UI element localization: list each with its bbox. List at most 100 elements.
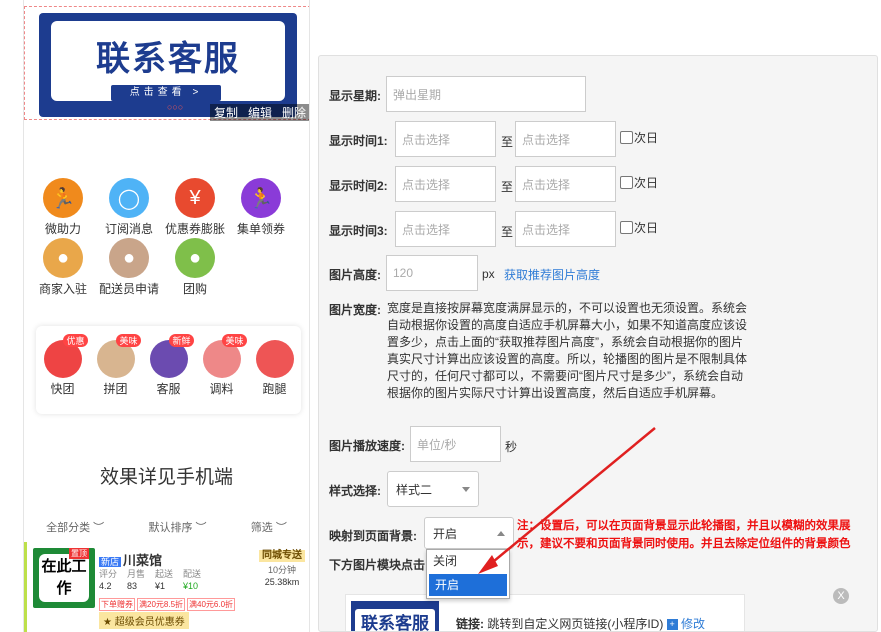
food-icon: ●	[43, 238, 83, 278]
coupon-tag: 满20元8.5折	[137, 598, 186, 611]
shop-coupons: 下单赠券 满20元8.5折 满40元6.0折	[99, 598, 236, 611]
category-badge: 美味	[222, 334, 247, 347]
category-item[interactable]: 新鲜 客服	[144, 334, 194, 414]
icon-item[interactable]: ● 团购	[162, 238, 228, 298]
speed-unit: 秒	[505, 440, 518, 454]
bg-select[interactable]: 开启	[424, 517, 514, 549]
height-label: 图片高度:	[329, 268, 381, 282]
time-to-label: 至	[501, 225, 514, 239]
coupon-tag: 下单赠券	[99, 598, 135, 611]
time-to-label: 至	[501, 180, 514, 194]
style-select[interactable]: 样式二	[387, 471, 479, 507]
copy-button[interactable]: 复制	[214, 104, 238, 121]
height-unit: px	[482, 267, 495, 281]
food-icon: ●	[175, 238, 215, 278]
category-item[interactable]: 跑腿	[250, 334, 300, 414]
icon-item[interactable]: 🏃 集单领券	[228, 178, 294, 238]
category-label: 跑腿	[262, 382, 287, 396]
bg-label: 映射到页面背景:	[329, 529, 417, 543]
icon-label: 集单领券	[236, 222, 285, 236]
edit-icon[interactable]: +	[666, 619, 678, 631]
bg-dropdown: 关闭 开启	[426, 549, 510, 599]
category-item[interactable]: 美味拼团	[91, 334, 141, 414]
category-badge: 美味	[116, 334, 141, 347]
weekday-input[interactable]: 弹出星期	[386, 76, 586, 112]
icon-item[interactable]: ● 商家入驻	[30, 238, 96, 298]
height-input[interactable]: 120	[386, 255, 478, 291]
time-from-input[interactable]: 点击选择	[395, 121, 496, 157]
icon-label: 订阅消息	[104, 222, 153, 236]
shop-card[interactable]: 在此工作 置顶 新店 川菜馆 评分 4.2 月售 83 起送 ¥1 配送 ¥10 同城专送…	[24, 542, 309, 632]
card-image: 联系客服	[351, 601, 439, 631]
weekday-label: 显示星期:	[329, 89, 381, 103]
next-day-label: 次日	[634, 221, 659, 235]
edit-button[interactable]: 编辑	[248, 104, 272, 121]
height-link[interactable]: 获取推荐图片高度	[504, 266, 600, 283]
category-item[interactable]: 优惠快团	[38, 334, 88, 414]
banner-actions: 复制 编辑 删除	[209, 104, 309, 121]
icon-item[interactable]: ¥ 优惠券膨胀	[162, 178, 228, 238]
coupon-tag: 满40元6.0折	[187, 598, 236, 611]
delivery-badge: 同城专送	[259, 550, 305, 562]
bg-note: 注：设置后，可以在页面背景显示此轮播图，并且以模糊的效果展示，建议不要和页面背景…	[517, 520, 851, 550]
new-shop-badge: 新店	[99, 557, 122, 567]
banner-module[interactable]: 联系客服 点击查看 > ○○○ 复制 编辑 删除	[24, 6, 309, 121]
time-to-label: 至	[501, 135, 514, 149]
settings-panel: 显示星期: 弹出星期 显示时间1: 点击选择至点击选择 次日 显示时间2: 点击选择至点…	[318, 55, 878, 632]
filter-screen[interactable]: 筛选 ︶	[251, 519, 287, 535]
next-day-checkbox[interactable]: 次日	[620, 174, 658, 191]
category-label: 拼团	[103, 382, 128, 396]
stat-min: 起送 ¥1	[155, 569, 174, 591]
icon-item[interactable]: ● 配送员申请	[96, 238, 162, 298]
filter-sort[interactable]: 默认排序 ︶	[148, 519, 206, 535]
shop-stats: 评分 4.2 月售 83 起送 ¥1 配送 ¥10	[99, 568, 201, 592]
runner-icon: 🏃	[43, 178, 83, 218]
category-label: 调料	[209, 382, 234, 396]
banner-dots: ○○○	[167, 102, 184, 112]
shop-name: 川菜馆	[123, 553, 163, 568]
food-icon: ●	[109, 238, 149, 278]
coupon-icon: ¥	[175, 178, 215, 218]
width-label: 图片宽度:	[329, 303, 381, 317]
next-day-label: 次日	[634, 176, 659, 190]
chevron-down-icon	[462, 486, 470, 492]
delivery-time: 10分钟	[267, 565, 296, 575]
checkbox-icon	[620, 131, 633, 144]
icon-label: 团购	[182, 282, 207, 296]
bg-option-off[interactable]: 关闭	[427, 550, 509, 572]
category-item[interactable]: 美味调料	[197, 334, 247, 414]
food-icon	[255, 340, 294, 378]
category-badge: 优惠	[63, 334, 88, 347]
filter-bar: 全部分类 ︶ 默认排序 ︶ 筛选 ︶	[24, 519, 309, 535]
style-label: 样式选择:	[329, 484, 381, 498]
time-label: 显示时间1:	[329, 134, 388, 148]
icon-label: 微助力	[44, 222, 81, 236]
width-description: 宽度是直接按屏幕宽度满屏显示的，不可以设置也无须设置。系统会自动根据你设置的高度…	[387, 301, 748, 400]
shop-image-text: 在此工作	[39, 554, 89, 602]
checkbox-icon	[620, 176, 633, 189]
category-label: 快团	[50, 382, 75, 396]
card-edit-link[interactable]: 修改	[681, 617, 705, 631]
time-to-input[interactable]: 点击选择	[515, 211, 616, 247]
filter-category[interactable]: 全部分类 ︶	[46, 519, 104, 535]
next-day-checkbox[interactable]: 次日	[620, 219, 658, 236]
time-to-input[interactable]: 点击选择	[515, 121, 616, 157]
member-coupon: ★ 超级会员优惠券	[99, 612, 189, 629]
delete-button[interactable]: 删除	[282, 104, 306, 121]
icon-item[interactable]: ◯ 订阅消息	[96, 178, 162, 238]
screen: 联系客服 点击查看 > ○○○ 复制 编辑 删除 🏃 微助力 ◯ 订阅消息 ¥ 优惠券膨胀…	[0, 0, 881, 632]
shop-top-tag: 置顶	[69, 548, 89, 559]
runner-icon: 🏃	[241, 178, 281, 218]
time-from-input[interactable]: 点击选择	[395, 166, 496, 202]
close-icon[interactable]: X	[833, 588, 849, 604]
next-day-checkbox[interactable]: 次日	[620, 129, 658, 146]
category-badge: 新鲜	[169, 334, 194, 347]
speed-label: 图片播放速度:	[329, 439, 405, 453]
time-from-input[interactable]: 点击选择	[395, 211, 496, 247]
bg-option-on[interactable]: 开启	[429, 574, 507, 596]
icon-item[interactable]: 🏃 微助力	[30, 178, 96, 238]
time-to-input[interactable]: 点击选择	[515, 166, 616, 202]
card-link-row: 链接: 跳转到自定义网页链接(小程序ID) + 修改	[456, 615, 705, 631]
speed-input[interactable]: 单位/秒	[410, 426, 501, 462]
link-card: 联系客服 链接: 跳转到自定义网页链接(小程序ID) + 修改	[345, 594, 745, 631]
